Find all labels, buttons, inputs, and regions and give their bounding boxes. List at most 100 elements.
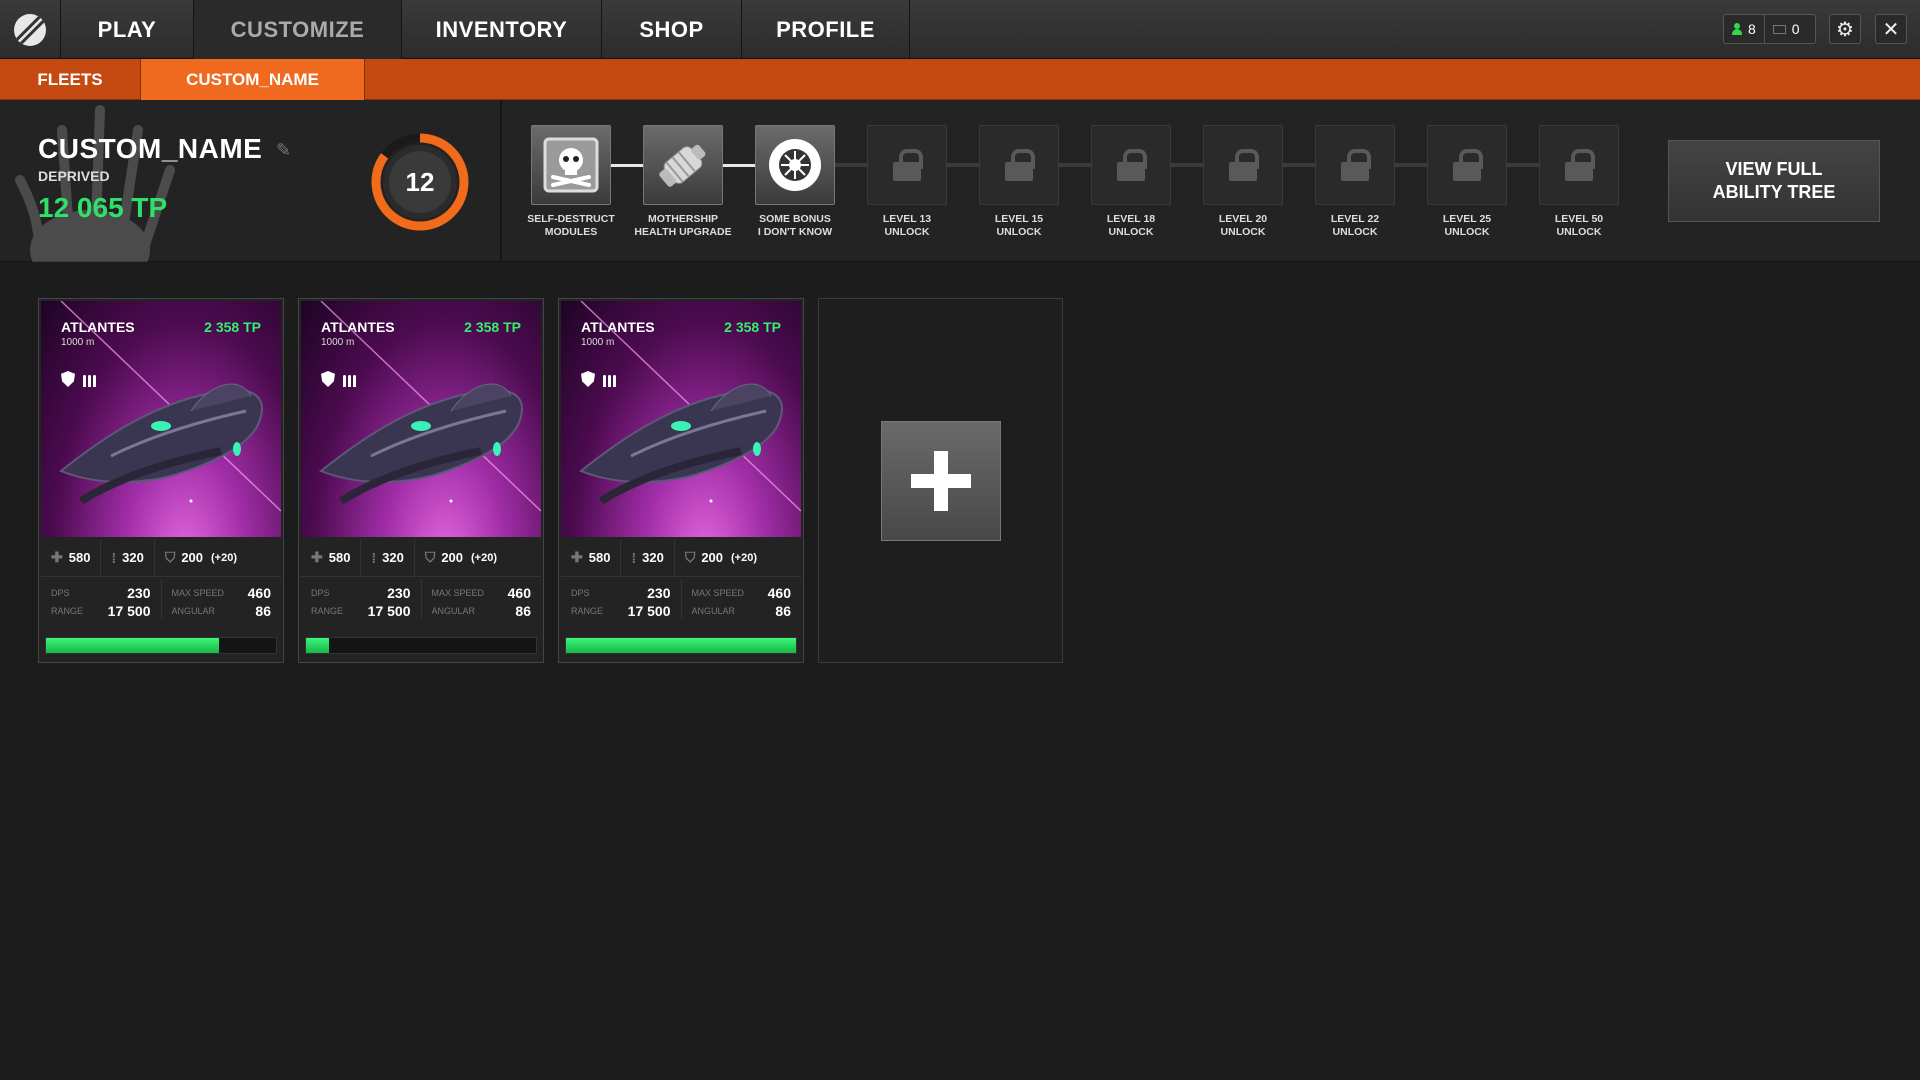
shield-value: 200: [181, 550, 204, 565]
range-value: 17 500: [627, 603, 671, 619]
ability-level-20-locked[interactable]: [1203, 125, 1283, 205]
health-value: 580: [68, 550, 91, 565]
ability-label: LEVEL 13 UNLOCK: [882, 213, 932, 238]
fleet-subtitle: DEPRIVED: [38, 168, 110, 184]
health-cross-icon: ✚: [51, 549, 63, 565]
fleet-subnavigation: FLEETS CUSTOM_NAME: [0, 59, 1920, 100]
max-speed-label: MAX SPEED: [691, 588, 745, 598]
edit-name-pencil-icon[interactable]: ✎: [276, 140, 296, 160]
ability-level-18-locked[interactable]: [1091, 125, 1171, 205]
ship-name: ATLANTES: [581, 319, 655, 335]
ammo-stat: ⁞ 320: [101, 539, 155, 576]
fleet-tp-total: 12 065 TP: [38, 192, 168, 223]
lock-icon: [1453, 149, 1483, 181]
ship-progress-fill: [306, 638, 329, 653]
subtab-fleets[interactable]: FLEETS: [0, 59, 141, 100]
friends-online-count: 8: [1748, 21, 1756, 37]
ability-label: LEVEL 25 UNLOCK: [1442, 213, 1492, 238]
shield-icon: [321, 371, 335, 387]
ship-distance: 1000 m: [321, 337, 355, 348]
ability-some-bonus[interactable]: [755, 125, 835, 205]
ammo-stat: ⁞ 320: [361, 539, 415, 576]
ship-loadout-icons: [581, 371, 616, 387]
health-stat: ✚ 580: [301, 539, 362, 576]
angular-value: 86: [255, 603, 271, 619]
game-logo-button[interactable]: [0, 0, 61, 59]
add-ship-slot[interactable]: [818, 298, 1063, 663]
dps-label: DPS: [571, 588, 590, 598]
ability-level-50-locked[interactable]: [1539, 125, 1619, 205]
close-button[interactable]: ✕: [1875, 14, 1907, 44]
ability-label: LEVEL 50 UNLOCK: [1554, 213, 1604, 238]
range-value: 17 500: [367, 603, 411, 619]
ammo-icon: [83, 371, 96, 387]
ability-self-destruct[interactable]: [531, 125, 611, 205]
ability-level-15-locked[interactable]: [979, 125, 1059, 205]
tab-label: SHOP: [639, 16, 704, 42]
ship-artwork: ATLANTES 1000 m 2 358 TP: [561, 301, 801, 537]
tab-customize[interactable]: CUSTOMIZE: [194, 0, 402, 59]
angular-label: ANGULAR: [431, 606, 476, 616]
shield-value: 200: [701, 550, 724, 565]
lock-icon: [1341, 149, 1371, 181]
ability-level-25-locked[interactable]: [1427, 125, 1507, 205]
tab-inventory[interactable]: INVENTORY: [402, 0, 602, 59]
dps-label: DPS: [311, 588, 330, 598]
health-cross-icon: ✚: [571, 549, 583, 565]
ship-progress-bar: [45, 637, 277, 654]
ship-artwork: ATLANTES 1000 m 2 358 TP: [301, 301, 541, 537]
ability-label: MOTHERSHIP HEALTH UPGRADE: [634, 213, 732, 238]
tab-profile[interactable]: PROFILE: [742, 0, 910, 59]
ship-progress-fill: [566, 638, 796, 653]
ability-label: LEVEL 15 UNLOCK: [994, 213, 1044, 238]
messages-button[interactable]: 0: [1763, 15, 1808, 43]
lock-icon: [1565, 149, 1595, 181]
engine-module-icon: [659, 144, 706, 187]
ability-connector: [723, 164, 755, 167]
range-label: RANGE: [51, 606, 84, 616]
tab-label: CUSTOMIZE: [230, 16, 365, 42]
shield-bonus: (+20): [731, 551, 758, 564]
ship-tp-cost: 2 358 TP: [204, 319, 261, 335]
shield-icon: ⛉: [684, 549, 696, 565]
ship-card-3[interactable]: ATLANTES 1000 m 2 358 TP ✚ 580 ⁞ 320 ⛉ 200 (…: [558, 298, 804, 663]
ability-level-13-locked[interactable]: [867, 125, 947, 205]
dps-value: 230: [387, 585, 411, 601]
add-ship-button[interactable]: [881, 421, 1001, 541]
angular-value: 86: [775, 603, 791, 619]
lock-icon: [1117, 149, 1147, 181]
mail-icon: [1772, 24, 1786, 34]
ammo-icon: ⁞: [371, 549, 377, 566]
ship-progress-bar: [565, 637, 797, 654]
ship-card-1[interactable]: ATLANTES 1000 m 2 358 TP ✚ 580 ⁞ 320 ⛉ 200 (…: [38, 298, 284, 663]
subtab-label: CUSTOM_NAME: [186, 69, 319, 89]
ship-card-2[interactable]: ATLANTES 1000 m 2 358 TP ✚ 580 ⁞ 320 ⛉ 200 (…: [298, 298, 544, 663]
top-navigation-bar: PLAY CUSTOMIZE INVENTORY SHOP PROFILE 8 …: [0, 0, 1920, 59]
friends-online-button[interactable]: 8: [1724, 15, 1764, 43]
ability-connector: [611, 164, 643, 167]
ammo-icon: ⁞: [111, 549, 117, 566]
plus-icon: [911, 451, 971, 511]
shield-stat: ⛉ 200 (+20): [675, 539, 767, 576]
starburst-icon: [769, 139, 821, 191]
health-value: 580: [588, 550, 611, 565]
shield-value: 200: [441, 550, 464, 565]
tab-shop[interactable]: SHOP: [602, 0, 742, 59]
fleet-level-number: 12: [406, 167, 435, 197]
fleet-name: CUSTOM_NAME: [38, 133, 263, 164]
ability-connector: [835, 163, 867, 167]
dps-value: 230: [647, 585, 671, 601]
shield-icon: [61, 371, 75, 387]
skull-crossbones-icon: [543, 137, 599, 193]
ability-level-22-locked[interactable]: [1315, 125, 1395, 205]
ability-mothership-health[interactable]: [643, 125, 723, 205]
settings-button[interactable]: ⚙: [1829, 14, 1861, 44]
ship-name: ATLANTES: [321, 319, 395, 335]
shield-bonus: (+20): [211, 551, 238, 564]
subtab-custom-name[interactable]: CUSTOM_NAME: [141, 59, 365, 100]
tab-play[interactable]: PLAY: [61, 0, 194, 59]
view-full-ability-tree-button[interactable]: VIEW FULL ABILITY TREE: [1668, 140, 1880, 222]
game-logo-icon: [14, 13, 46, 46]
ammo-value: 320: [122, 550, 144, 565]
ability-label: SELF-DESTRUCT MODULES: [527, 213, 615, 238]
